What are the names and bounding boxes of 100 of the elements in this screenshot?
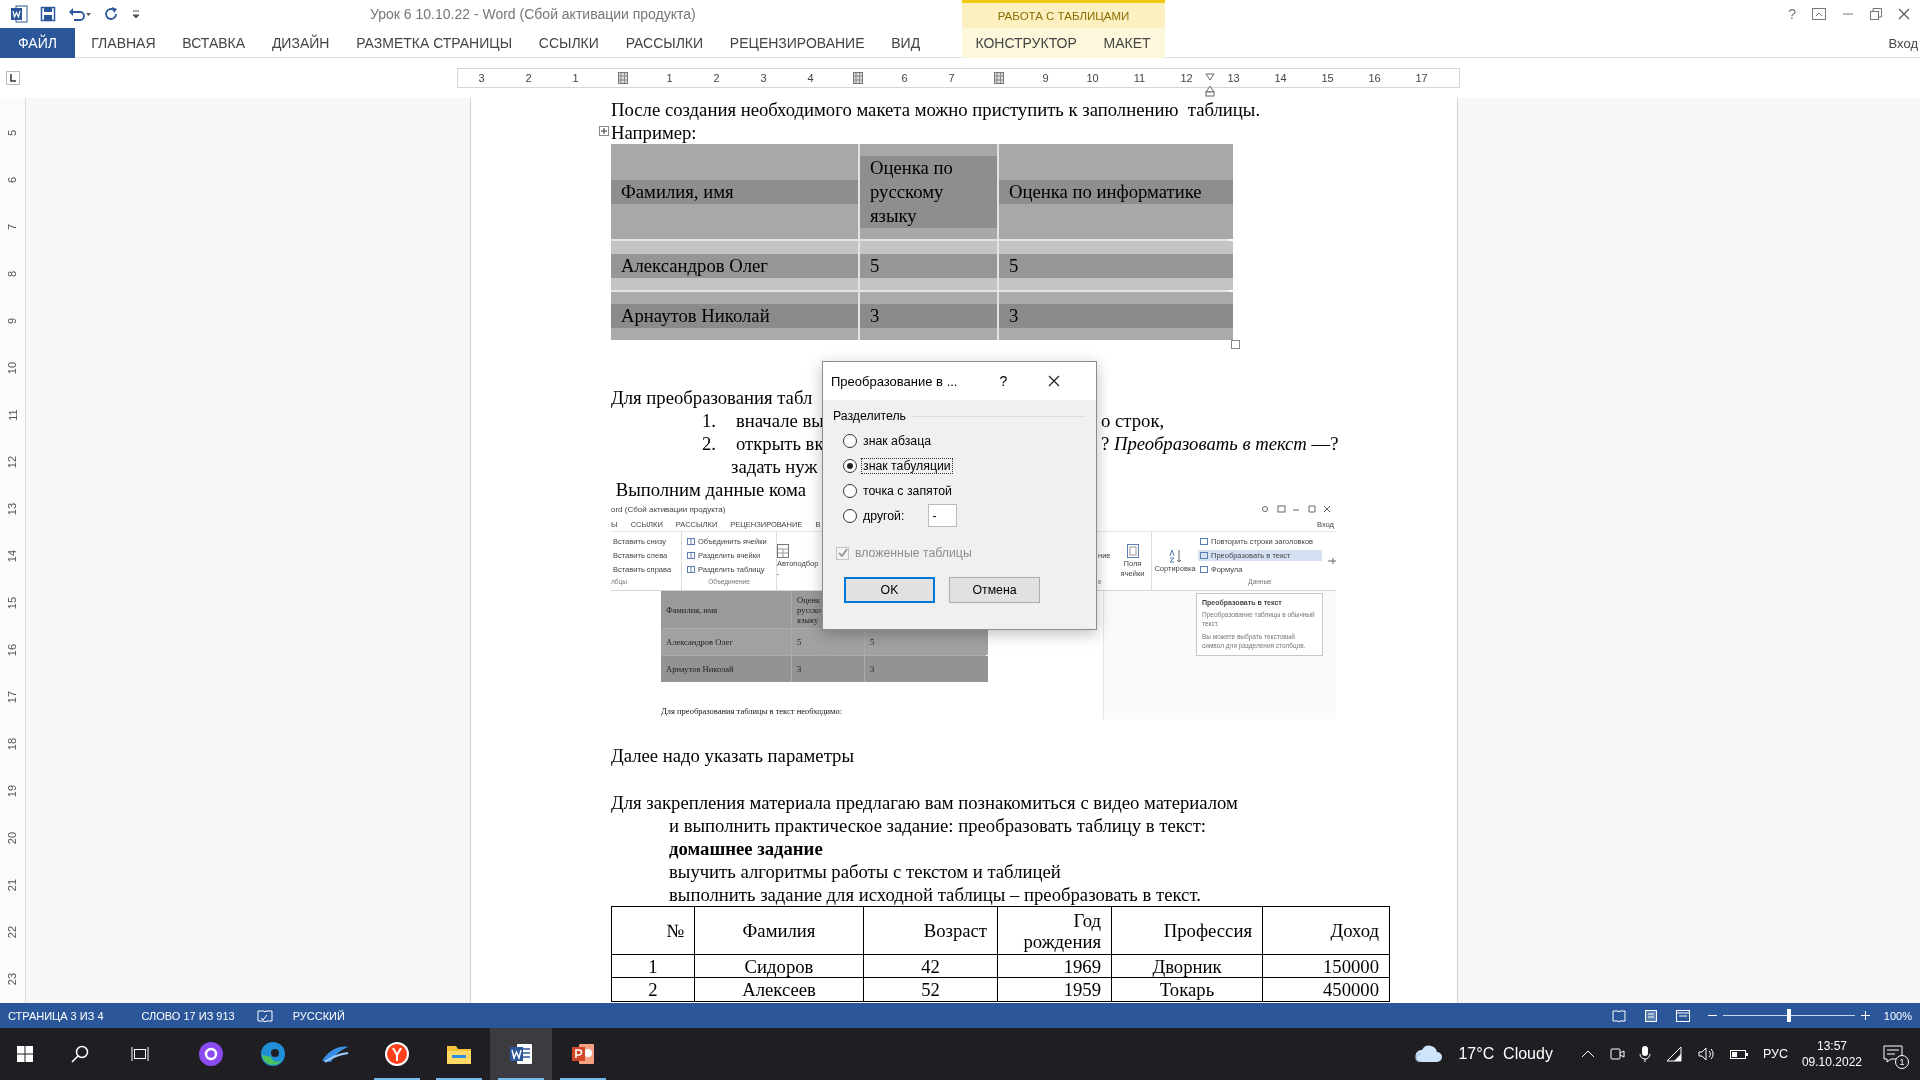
ruler-number: 6	[6, 176, 19, 184]
ribbon-tab[interactable]: РЕЦЕНЗИРОВАНИЕ	[716, 28, 878, 58]
table-cell: 3	[865, 656, 988, 682]
ruler-number: 3	[760, 72, 767, 84]
option-label[interactable]: другой:	[861, 507, 907, 524]
table-cell: 2	[612, 978, 695, 1002]
table-cell: 3	[792, 656, 864, 682]
ruler-number: 10	[1086, 72, 1099, 84]
list-item-text: о строк,	[1101, 409, 1166, 432]
ruler-number: 13	[6, 502, 19, 516]
paragraph: Для преобразования табл	[611, 386, 813, 409]
ruler-number: 17	[1415, 72, 1428, 84]
ribbon-tab[interactable]: РАЗМЕТКА СТРАНИЦЫ	[342, 28, 526, 58]
table-cell: 5	[792, 629, 864, 655]
notification-button[interactable]: 1	[1876, 1037, 1910, 1071]
input-language-indicator[interactable]: РУС	[1762, 1047, 1788, 1061]
ruler-number: 17	[6, 690, 19, 704]
page-count: СТРАНИЦА 3 ИЗ 4	[8, 1009, 104, 1022]
column-header: Фамилия, имя	[611, 179, 858, 204]
zoom-level[interactable]: 100%	[1883, 1009, 1912, 1022]
ruler-number: 14	[6, 549, 19, 563]
table-cell: 5	[865, 629, 988, 655]
ruler-number: 14	[1274, 72, 1287, 84]
table-cell: 5	[999, 253, 1233, 278]
table-cell: Сидоров	[695, 955, 864, 978]
list-item-text: ? Преобразовать в текст —?	[1101, 432, 1340, 455]
clock-time: 13:57	[1816, 1038, 1847, 1054]
ribbon-tab[interactable]: КОНСТРУКТОР	[962, 28, 1091, 58]
table-cell: Александров Олег	[661, 629, 791, 655]
window-title: ord (Сбой активации продукта)	[611, 504, 726, 514]
ruler-number: 16	[1368, 72, 1381, 84]
paragraph: Например:	[611, 121, 698, 144]
ruler-number: 12	[6, 455, 19, 469]
separator-field[interactable]: -	[928, 504, 958, 527]
weather-text[interactable]: 17°C Cloudy	[1458, 1045, 1553, 1063]
ruler-number: 9	[1042, 72, 1049, 84]
ribbon-tab[interactable]: РАССЫЛКИ	[612, 28, 717, 58]
ruler-number: 5	[6, 129, 19, 137]
ruler-number: 22	[6, 925, 19, 939]
ruler-number: 15	[1321, 72, 1334, 84]
ruler-number: 8	[6, 270, 19, 278]
ruler-number: 12	[1180, 72, 1193, 84]
table-cell: Арнаутов Николай	[611, 304, 858, 328]
list-item-text: вначале вы	[736, 409, 824, 432]
option-label[interactable]: знак табуляции	[861, 457, 953, 474]
notification-count: 1	[1895, 1055, 1909, 1069]
heading: домашнее задание	[668, 837, 824, 860]
table-cell: Дворник	[1112, 955, 1263, 978]
ribbon-tab[interactable]: ДИЗАЙН	[258, 28, 343, 58]
help-button[interactable]: ?	[999, 373, 1008, 389]
column-header: Год рождения	[998, 907, 1112, 955]
option-label[interactable]: знак абзаца	[861, 432, 934, 449]
help-button[interactable]: ?	[1788, 6, 1796, 22]
ruler-number: 19	[6, 784, 19, 798]
table-cell: 5	[860, 253, 997, 278]
list-item-text: задать нуж	[731, 455, 818, 478]
ruler-number: 1	[666, 72, 673, 84]
language-indicator[interactable]: РУССКИЙ	[292, 1009, 345, 1022]
ribbon-tab[interactable]: ВИД	[877, 28, 934, 58]
ruler-number: 21	[6, 878, 19, 892]
column-header: №	[612, 907, 695, 955]
option-label[interactable]: точка с запятой	[861, 482, 954, 499]
cancel-button[interactable]: Отмена	[949, 577, 1040, 603]
clock[interactable]: 13:57 09.10.2022	[1801, 1038, 1862, 1070]
group-label: Разделитель	[833, 409, 907, 423]
paragraph: После создания необходимого макета можно приступить к заполнению таблицы.	[611, 98, 1262, 121]
ruler-number: 11	[1133, 72, 1146, 84]
table-cell: 1959	[998, 978, 1112, 1002]
table-cell: Арнаутов Николай	[661, 656, 791, 682]
table-cell: 3	[999, 304, 1233, 328]
paragraph: Далее надо указать параметры	[611, 744, 855, 767]
sign-in-link[interactable]: Вход	[1888, 28, 1920, 58]
checkbox-label: вложенные таблицы	[855, 546, 972, 560]
ribbon-tab[interactable]: ГЛАВНАЯ	[77, 28, 169, 58]
ruler-number: 9	[6, 317, 19, 325]
paragraph: Для закрепления материала предлагаю вам познакомиться с видео материалом	[611, 791, 1239, 814]
dialog-title: Преобразование в ...	[831, 373, 958, 389]
ribbon-tab[interactable]: ССЫЛКИ	[525, 28, 613, 58]
table-cell: 3	[860, 304, 997, 328]
paragraph: выполнить задание для исходной таблицы – преобразовать в текст.	[668, 883, 1202, 906]
table-cell: 1	[612, 955, 695, 978]
ruler-number: 4	[807, 72, 814, 84]
ok-button[interactable]: OK	[844, 577, 935, 603]
ruler-number: 15	[6, 596, 19, 610]
table-cell: 52	[864, 978, 998, 1002]
list-item-text: открыть вк	[736, 432, 824, 455]
column-header: Оценка по русскому языку	[860, 155, 997, 228]
column-header: Доход	[1263, 907, 1390, 955]
ruler-number: 3	[478, 72, 485, 84]
ruler-number: 23	[6, 972, 19, 986]
list-number: 1.	[702, 409, 717, 432]
file-tab[interactable]: ФАЙЛ	[0, 28, 75, 58]
paragraph: и выполнить практическое задание: преобразовать таблицу в текст:	[668, 814, 1208, 837]
list-number: 2.	[702, 432, 717, 455]
ribbon-tab[interactable]: МАКЕТ	[1090, 28, 1165, 58]
ruler-number: 10	[6, 361, 19, 375]
ribbon-tab[interactable]: ВСТАВКА	[168, 28, 259, 58]
ruler-number: 20	[6, 831, 19, 845]
window-title: Урок 6 10.10.22 - Word (Сбой активации продукта)	[370, 6, 696, 22]
word-count: СЛОВО 17 ИЗ 913	[141, 1009, 235, 1022]
